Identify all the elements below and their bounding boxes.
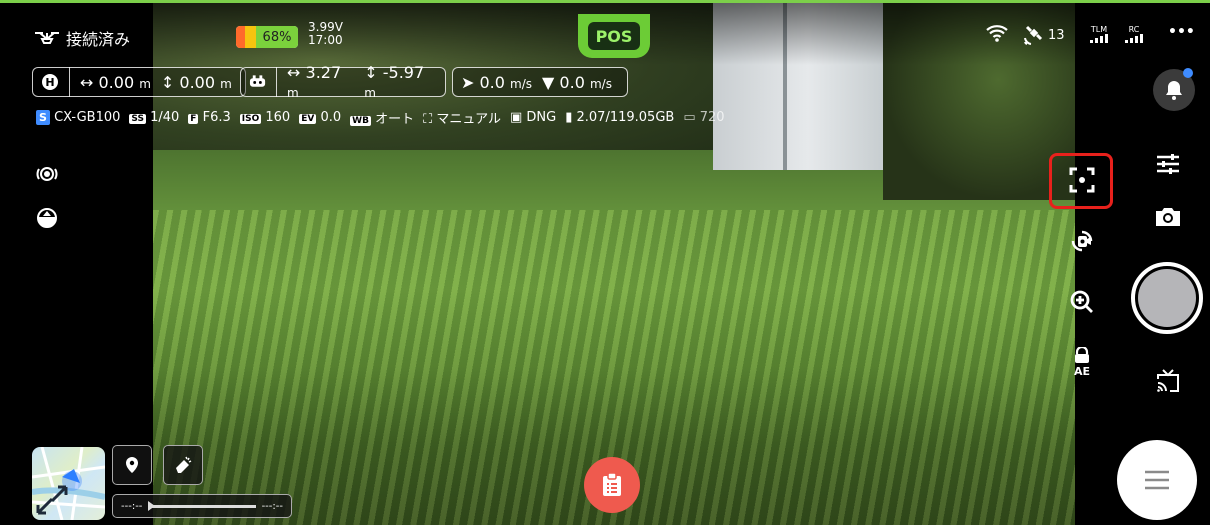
home-height: ↕ 0.00 m (160, 72, 232, 92)
aperture: F F6.3 (188, 110, 231, 125)
connection-label: 接続済み (66, 30, 131, 49)
locate-button[interactable] (112, 445, 152, 485)
vertical-speed: ▼ 0.0 m/s (542, 72, 612, 92)
flight-mode-badge[interactable]: POS (578, 14, 650, 58)
horizontal-speed: ➤ 0.0 m/s (461, 72, 533, 92)
notification-dot (1183, 68, 1193, 78)
zoom-icon (1070, 290, 1093, 313)
drone-icon (35, 32, 59, 44)
location-pin-icon (126, 457, 138, 473)
zoom-button[interactable] (1068, 288, 1096, 316)
drone-telemetry: ↔ 3.27 m ↕ -5.97 m (240, 63, 446, 100)
menu-icon (1145, 470, 1169, 490)
home-telemetry: H ↔ 0.00 m ↕ 0.00 m (32, 67, 246, 97)
connection-status[interactable]: 接続済み (34, 26, 130, 50)
eraser-icon (176, 456, 192, 473)
video-resolution: ▭ 720 (683, 110, 725, 125)
rc-signal: RC (1125, 25, 1143, 43)
svg-text:H: H (45, 76, 54, 89)
playback-timeline[interactable]: ---:-- ---:-- (112, 494, 292, 518)
timeline-start: ---:-- (121, 500, 143, 512)
drone-height: ↕ -5.97 m (364, 63, 425, 100)
shutter-button[interactable] (1131, 262, 1203, 334)
gps-status: 13 (1022, 24, 1065, 46)
camera-info-bar: S CX-GB100 SS 1/40 F F6.3 ISO 160 EV 0.0… (36, 108, 725, 127)
notification-button[interactable] (1153, 68, 1195, 111)
speed-telemetry: ➤ 0.0 m/s ▼ 0.0 m/s (452, 67, 628, 97)
flight-time: 17:00 (308, 33, 343, 47)
camera-model: S CX-GB100 (36, 110, 120, 125)
cast-button[interactable] (1154, 367, 1182, 395)
flight-log-button[interactable] (584, 457, 640, 513)
main-menu-button[interactable] (1117, 440, 1197, 520)
controller-icon (249, 75, 266, 87)
image-format: ▣ DNG (509, 110, 557, 125)
home-distance: ↔ 0.00 m (80, 72, 151, 92)
photo-mode-button[interactable] (1154, 203, 1182, 229)
telemetry-signal: TLM (1090, 25, 1108, 43)
settings-button[interactable] (1154, 150, 1182, 178)
sensor-icon[interactable] (36, 163, 58, 185)
camera-icon (1156, 208, 1180, 226)
bell-icon (1166, 81, 1182, 100)
more-button[interactable]: ••• (1168, 24, 1195, 40)
home-icon: H (42, 74, 58, 90)
shutter-speed: SS 1/40 (129, 110, 180, 125)
clipboard-icon (603, 472, 621, 496)
storage: ▮ 2.07/119.05GB (565, 110, 675, 125)
svg-text:AE: AE (1074, 365, 1090, 377)
map-graphic (32, 447, 105, 520)
timeline-bar[interactable] (148, 500, 256, 511)
battery-indicator: 68% (236, 26, 298, 48)
exposure-value: EV 0.0 (299, 110, 342, 125)
mini-map[interactable] (32, 447, 105, 520)
tlm-label: TLM (1090, 25, 1108, 34)
gimbal-icon[interactable] (36, 207, 58, 229)
signal-bars-icon (1090, 34, 1108, 43)
timeline-end: ---:-- (261, 500, 283, 512)
signal-bars-icon (1125, 34, 1143, 43)
flight-mode-label: POS (588, 22, 640, 50)
clear-track-button[interactable] (163, 445, 203, 485)
battery-voltage: 3.99V 17:00 (308, 21, 343, 47)
cast-icon (1157, 369, 1179, 392)
focus-button[interactable] (1068, 166, 1096, 194)
camera-switch-icon (1071, 230, 1093, 252)
drone-distance: ↔ 3.27 m (287, 63, 342, 100)
iso: ISO 160 (239, 110, 291, 125)
focus-mode: ⛶ マニュアル (423, 112, 501, 127)
camera-switch-button[interactable] (1068, 227, 1096, 255)
sliders-icon (1157, 154, 1179, 174)
wifi-icon (986, 25, 1008, 42)
battery-percent: 68% (256, 26, 298, 48)
satellite-icon (1024, 25, 1043, 45)
ae-lock-icon: AE (1074, 347, 1090, 377)
rc-label: RC (1128, 25, 1140, 34)
focus-icon (1069, 167, 1095, 193)
ae-lock-button[interactable]: AE (1068, 346, 1096, 378)
white-balance: WB オート (350, 112, 415, 127)
gps-count: 13 (1048, 27, 1065, 43)
shutter-inner (1138, 269, 1196, 327)
wifi-status (985, 24, 1009, 42)
